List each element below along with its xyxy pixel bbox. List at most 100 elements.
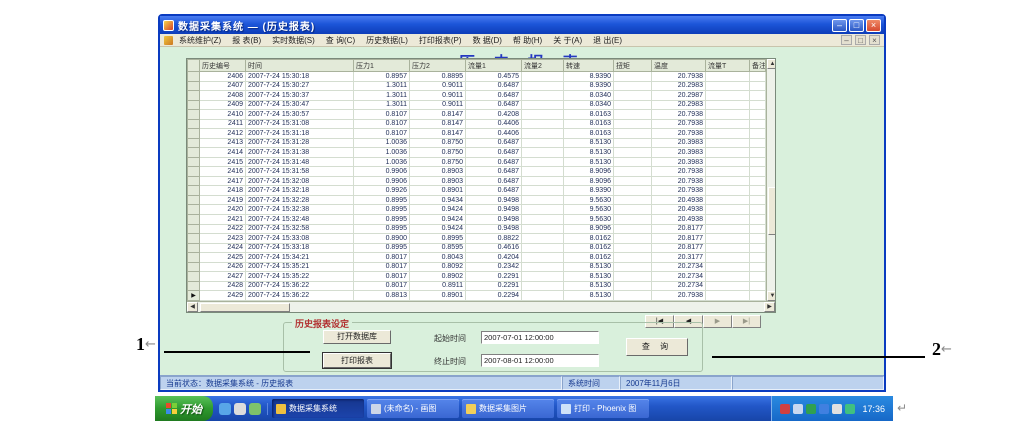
grid-cell[interactable]: 0.9424 <box>410 214 466 224</box>
grid-cell[interactable]: 8.5130 <box>564 138 614 148</box>
grid-cell[interactable]: 2007-7-24 15:31:08 <box>246 119 354 129</box>
grid-cell[interactable]: 8.9096 <box>564 224 614 234</box>
print-report-button[interactable]: 打印报表 <box>323 353 391 368</box>
grid-cell[interactable] <box>706 157 750 167</box>
grid-cell[interactable]: 8.9096 <box>564 167 614 177</box>
grid-cell[interactable]: 0.6487 <box>466 167 522 177</box>
grid-cell[interactable] <box>750 100 766 110</box>
grid-row[interactable]: 24162007-7-24 15:31:580.99060.89030.6487… <box>188 167 766 177</box>
grid-cell[interactable]: 0.4406 <box>466 129 522 139</box>
grid-cell[interactable]: 9.5630 <box>564 205 614 215</box>
grid-cell[interactable] <box>750 157 766 167</box>
grid-cell[interactable]: 20.7938 <box>652 167 706 177</box>
grid-cell[interactable]: 2416 <box>200 167 246 177</box>
grid-cell[interactable] <box>706 91 750 101</box>
grid-cell[interactable] <box>522 253 564 263</box>
record-selector[interactable] <box>188 148 200 158</box>
grid-cell[interactable] <box>522 234 564 244</box>
grid-cell[interactable]: 8.0162 <box>564 243 614 253</box>
taskbar-task-inactive[interactable]: 打印 - Phoenix 图 <box>557 399 649 418</box>
grid-cell[interactable]: 2007-7-24 15:30:57 <box>246 110 354 120</box>
grid-cell[interactable]: 2007-7-24 15:32:38 <box>246 205 354 215</box>
grid-cell[interactable]: 0.8750 <box>410 157 466 167</box>
grid-cell[interactable] <box>522 281 564 291</box>
grid-cell[interactable]: 0.8995 <box>354 205 410 215</box>
grid-row[interactable]: 24202007-7-24 15:32:380.89950.94240.9498… <box>188 205 766 215</box>
grid-cell[interactable] <box>750 81 766 91</box>
grid-cell[interactable] <box>750 253 766 263</box>
grid-row[interactable]: 24132007-7-24 15:31:281.00360.87500.6487… <box>188 138 766 148</box>
grid-cell[interactable]: 2411 <box>200 119 246 129</box>
grid-cell[interactable] <box>706 214 750 224</box>
grid-cell[interactable]: 0.9926 <box>354 186 410 196</box>
grid-cell[interactable]: 2412 <box>200 129 246 139</box>
grid-cell[interactable]: 20.3177 <box>652 253 706 263</box>
grid-cell[interactable]: 2007-7-24 15:35:22 <box>246 272 354 282</box>
grid-cell[interactable] <box>706 234 750 244</box>
grid-cell[interactable]: 2407 <box>200 81 246 91</box>
mdi-minimize-button[interactable]: – <box>841 35 852 45</box>
grid-cell[interactable]: 0.6487 <box>466 148 522 158</box>
grid-cell[interactable]: 0.8750 <box>410 148 466 158</box>
grid-cell[interactable]: 20.7938 <box>652 176 706 186</box>
grid-cell[interactable] <box>614 224 652 234</box>
volume-tray-icon[interactable] <box>793 404 803 414</box>
grid-cell[interactable]: 2425 <box>200 253 246 263</box>
grid-cell[interactable]: 2417 <box>200 176 246 186</box>
taskbar-task-inactive[interactable]: (未命名) - 画图 <box>367 399 459 418</box>
grid-cell[interactable]: 20.8177 <box>652 224 706 234</box>
record-selector[interactable] <box>188 214 200 224</box>
grid-cell[interactable] <box>750 148 766 158</box>
grid-row[interactable]: 24212007-7-24 15:32:480.89950.94240.9498… <box>188 214 766 224</box>
grid-cell[interactable]: 20.2734 <box>652 262 706 272</box>
record-selector[interactable] <box>188 224 200 234</box>
grid-cell[interactable]: 0.6487 <box>466 138 522 148</box>
messenger-tray-icon[interactable] <box>845 404 855 414</box>
grid-cell[interactable] <box>706 195 750 205</box>
grid-cell[interactable]: 0.9498 <box>466 205 522 215</box>
grid-cell[interactable]: 0.8900 <box>354 234 410 244</box>
grid-cell[interactable] <box>750 119 766 129</box>
grid-cell[interactable]: 2007-7-24 15:31:38 <box>246 148 354 158</box>
grid-cell[interactable]: 0.9434 <box>410 195 466 205</box>
maximize-button[interactable]: □ <box>849 19 864 32</box>
grid-cell[interactable] <box>750 110 766 120</box>
grid-cell[interactable]: 0.4616 <box>466 243 522 253</box>
grid-cell[interactable]: 2007-7-24 15:36:22 <box>246 281 354 291</box>
grid-cell[interactable]: 0.8813 <box>354 291 410 301</box>
menu-item[interactable]: 打印报表(P) <box>419 35 462 46</box>
grid-cell[interactable]: 20.4938 <box>652 205 706 215</box>
close-button[interactable]: × <box>866 19 881 32</box>
grid-cell[interactable]: 1.0036 <box>354 138 410 148</box>
scroll-left-icon[interactable]: ◀ <box>187 302 198 312</box>
record-selector[interactable] <box>188 100 200 110</box>
record-selector[interactable] <box>188 234 200 244</box>
grid-cell[interactable]: 0.4406 <box>466 119 522 129</box>
grid-cell[interactable] <box>706 81 750 91</box>
record-selector[interactable] <box>188 262 200 272</box>
grid-cell[interactable]: 0.8911 <box>410 281 466 291</box>
grid-cell[interactable]: 0.9498 <box>466 195 522 205</box>
show-desktop-icon[interactable] <box>249 403 261 415</box>
record-selector[interactable] <box>188 176 200 186</box>
grid-cell[interactable] <box>522 214 564 224</box>
grid-cell[interactable]: 9.5630 <box>564 214 614 224</box>
grid-cell[interactable]: 0.8043 <box>410 253 466 263</box>
grid-cell[interactable]: 1.3011 <box>354 81 410 91</box>
menu-item[interactable]: 报 表(B) <box>232 35 261 46</box>
grid-cell[interactable]: 0.9424 <box>410 205 466 215</box>
grid-cell[interactable] <box>522 157 564 167</box>
record-selector[interactable] <box>188 138 200 148</box>
grid-cell[interactable]: 2007-7-24 15:31:58 <box>246 167 354 177</box>
grid-cell[interactable] <box>614 262 652 272</box>
grid-cell[interactable]: 0.6487 <box>466 100 522 110</box>
grid-cell[interactable] <box>750 272 766 282</box>
grid-cell[interactable]: 0.8903 <box>410 167 466 177</box>
grid-cell[interactable] <box>750 195 766 205</box>
grid-cell[interactable]: 2007-7-24 15:30:18 <box>246 72 354 82</box>
grid-row[interactable]: 24222007-7-24 15:32:580.89950.94240.9498… <box>188 224 766 234</box>
grid-cell[interactable]: 2419 <box>200 195 246 205</box>
grid-cell[interactable] <box>614 157 652 167</box>
record-selector[interactable] <box>188 72 200 82</box>
grid-cell[interactable]: 0.8901 <box>410 186 466 196</box>
